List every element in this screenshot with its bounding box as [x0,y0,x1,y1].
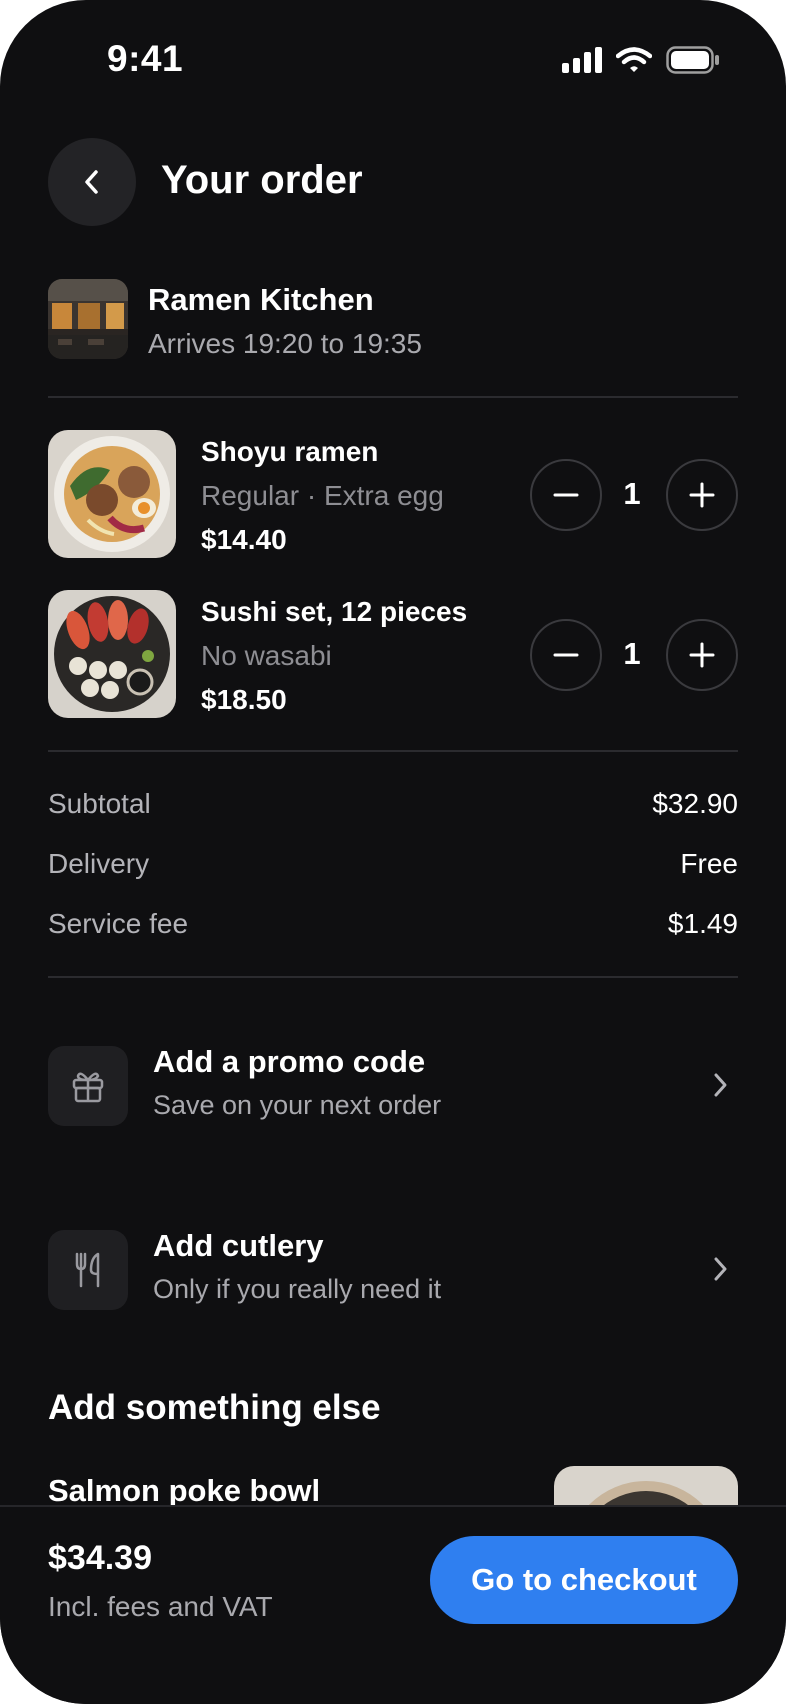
checkout-bar: $34.39 Incl. fees and VAT Go to checkout [0,1505,786,1704]
cutlery-subtitle: Only if you really need it [153,1274,442,1304]
suggestion-item-name[interactable]: Salmon poke bowl [48,1473,320,1509]
divider [48,976,738,978]
page-title: Your order [161,158,363,202]
order-total-note: Incl. fees and VAT [48,1591,273,1622]
cutlery-icon [48,1230,128,1310]
gift-icon [48,1046,128,1126]
restaurant-thumbnail [48,279,128,359]
restaurant-name: Ramen Kitchen [148,282,374,317]
decrease-quantity-button[interactable] [530,619,602,691]
status-time: 9:41 [107,38,184,79]
service-fee-row: Service fee $1.49 [48,908,738,940]
service-fee-value: $1.49 [667,908,738,939]
plus-icon [689,642,715,668]
divider [48,750,738,752]
status-icons [562,46,720,74]
cart-item: Sushi set, 12 pieces No wasabi $18.50 1 [48,590,738,718]
subtotal-label: Subtotal [48,788,151,819]
delivery-label: Delivery [48,848,150,879]
item-image [48,430,176,558]
cutlery-title: Add cutlery [153,1228,324,1263]
suggestions-title: Add something else [48,1388,381,1427]
delivery-row: Delivery Free [48,848,738,880]
item-price: $14.40 [201,524,287,555]
promo-code-subtitle: Save on your next order [153,1090,442,1120]
chevron-left-icon [85,170,98,194]
delivery-value: Free [680,848,738,879]
item-name: Shoyu ramen [201,436,379,467]
minus-icon [553,653,579,657]
item-quantity: 1 [623,636,641,671]
decrease-quantity-button[interactable] [530,459,602,531]
item-image [48,590,176,718]
promo-code-title: Add a promo code [153,1044,426,1079]
item-quantity: 1 [623,476,641,511]
item-name: Sushi set, 12 pieces [201,596,468,627]
promo-code-row[interactable]: Add a promo code Save on your next order [48,1044,738,1126]
plus-icon [689,482,715,508]
chevron-right-icon [714,1073,727,1097]
increase-quantity-button[interactable] [666,619,738,691]
delivery-eta: Arrives 19:20 to 19:35 [148,328,422,359]
item-options: Regular · Extra egg [201,480,444,511]
cutlery-row[interactable]: Add cutlery Only if you really need it [48,1228,738,1310]
battery-icon [666,46,719,74]
divider [48,396,738,398]
back-button[interactable] [48,138,136,226]
cart-item: Shoyu ramen Regular · Extra egg $14.40 1 [48,430,738,558]
order-total: $34.39 [48,1539,152,1577]
checkout-button[interactable]: Go to checkout [430,1536,738,1624]
item-options: No wasabi [201,640,332,671]
service-fee-label: Service fee [48,908,189,939]
item-price: $18.50 [201,684,287,715]
increase-quantity-button[interactable] [666,459,738,531]
subtotal-row: Subtotal $32.90 [48,788,738,820]
signal-icon [562,47,602,73]
wifi-icon [616,47,652,72]
chevron-right-icon [714,1257,727,1281]
subtotal-value: $32.90 [652,788,738,819]
phone-screen: 9:41 Your order Ramen Kitchen Arrives 19… [0,0,786,1704]
minus-icon [553,493,579,497]
